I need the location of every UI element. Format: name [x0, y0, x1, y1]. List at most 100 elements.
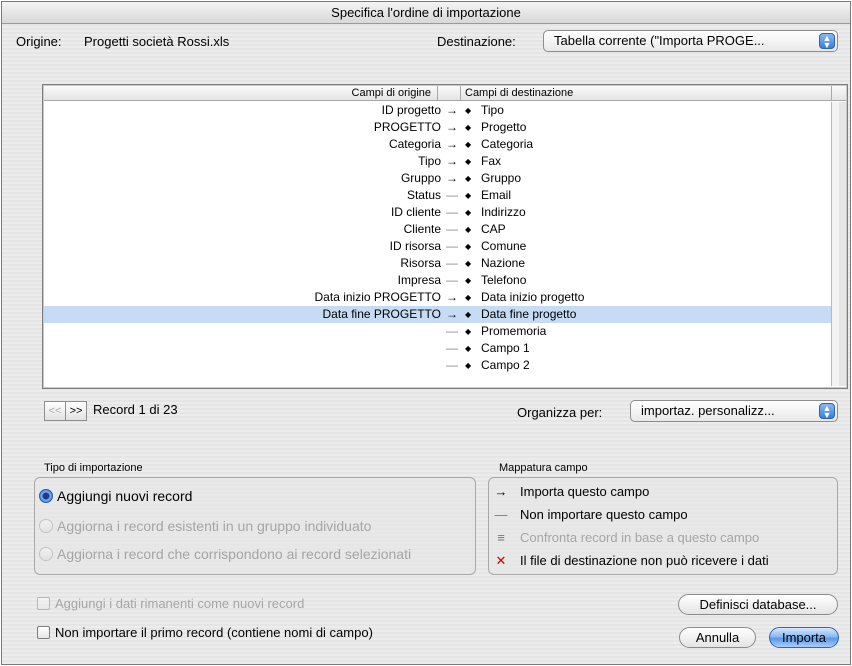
destination-field-name: Categoria: [481, 137, 534, 151]
skip-first-record-checkbox[interactable]: [37, 626, 50, 639]
destination-field-name: CAP: [481, 222, 506, 236]
dash-icon[interactable]: —: [444, 323, 460, 340]
source-field-name: Cliente: [403, 222, 441, 236]
reorder-handle-icon[interactable]: ◆: [465, 306, 475, 323]
field-row[interactable]: ID progetto → ◆ Tipo: [44, 102, 832, 119]
reorder-handle-icon[interactable]: ◆: [465, 119, 475, 136]
next-record-button[interactable]: >>: [65, 401, 87, 421]
radio-label-update-existing: Aggiorna i record esistenti in un gruppo…: [57, 518, 372, 534]
reorder-handle-icon[interactable]: ◆: [465, 289, 475, 306]
source-field-name: Tipo: [418, 154, 441, 168]
define-database-button[interactable]: Definisci database...: [678, 594, 838, 615]
list-scrollbar[interactable]: [831, 102, 846, 386]
source-fields-header[interactable]: Campi di origine: [44, 86, 438, 101]
import-arrow-icon: →: [494, 484, 508, 499]
import-button[interactable]: Importa: [769, 627, 839, 648]
reorder-handle-icon[interactable]: ◆: [465, 153, 475, 170]
radio-label-update-matching: Aggiorna i record che corrispondono ai r…: [57, 546, 412, 562]
cancel-button[interactable]: Annulla: [679, 627, 756, 648]
field-row[interactable]: — ◆ Promemoria: [44, 323, 832, 340]
dash-icon[interactable]: —: [444, 340, 460, 357]
field-row[interactable]: Gruppo → ◆ Gruppo: [44, 170, 832, 187]
field-row[interactable]: Risorsa — ◆ Nazione: [44, 255, 832, 272]
legend-import-field: Importa questo campo: [520, 484, 650, 499]
import-arrow-icon[interactable]: →: [444, 289, 460, 306]
field-mapping-list[interactable]: Campi di origine Campi di destinazione I…: [42, 84, 848, 389]
dash-icon[interactable]: —: [444, 238, 460, 255]
field-row[interactable]: Tipo → ◆ Fax: [44, 153, 832, 170]
sort-popup[interactable]: importaz. personalizz... ▲ ▼: [630, 400, 838, 422]
destination-fields-header[interactable]: Campi di destinazione: [460, 86, 832, 101]
reorder-handle-icon[interactable]: ◆: [465, 340, 475, 357]
reorder-handle-icon[interactable]: ◆: [465, 255, 475, 272]
legend-skip-field: Non importare questo campo: [520, 507, 688, 522]
field-row[interactable]: ID cliente — ◆ Indirizzo: [44, 204, 832, 221]
dash-icon[interactable]: —: [444, 255, 460, 272]
reorder-handle-icon[interactable]: ◆: [465, 204, 475, 221]
import-arrow-icon[interactable]: →: [444, 306, 460, 323]
field-row[interactable]: — ◆ Campo 1: [44, 340, 832, 357]
source-file-name: Progetti società Rossi.xls: [84, 34, 230, 49]
field-row[interactable]: Status — ◆ Email: [44, 187, 832, 204]
field-row[interactable]: Data fine PROGETTO → ◆ Data fine progetto: [44, 306, 832, 323]
reorder-handle-icon[interactable]: ◆: [465, 187, 475, 204]
radio-label-add-new: Aggiungi nuovi record: [57, 488, 193, 504]
destination-field-name: Tipo: [481, 103, 504, 117]
destination-field-name: Fax: [481, 154, 502, 168]
destination-popup[interactable]: Tabella corrente ("Importa PROGE... ▲ ▼: [543, 30, 838, 52]
field-row[interactable]: — ◆ Campo 2: [44, 357, 832, 374]
legend-match-field: Confronta record in base a questo campo: [520, 530, 760, 545]
dash-icon[interactable]: —: [444, 204, 460, 221]
reorder-handle-icon[interactable]: ◆: [465, 272, 475, 289]
dash-icon[interactable]: —: [444, 221, 460, 238]
field-row[interactable]: Data inizio PROGETTO → ◆ Data inizio proget…: [44, 289, 832, 306]
dash-icon[interactable]: —: [444, 272, 460, 289]
previous-record-button[interactable]: <<: [44, 401, 66, 421]
import-type-group: Aggiungi nuovi record Aggiorna i record …: [34, 477, 476, 575]
reorder-handle-icon[interactable]: ◆: [465, 221, 475, 238]
field-row[interactable]: ID risorsa — ◆ Comune: [44, 238, 832, 255]
reorder-handle-icon[interactable]: ◆: [465, 170, 475, 187]
reorder-handle-icon[interactable]: ◆: [465, 357, 475, 374]
import-arrow-icon[interactable]: →: [444, 102, 460, 119]
dash-icon[interactable]: —: [444, 187, 460, 204]
field-row[interactable]: Categoria → ◆ Categoria: [44, 136, 832, 153]
source-field-name: Categoria: [388, 137, 441, 151]
append-remaining-checkbox[interactable]: [37, 597, 50, 610]
source-field-name: Data inizio PROGETTO: [314, 290, 441, 304]
destination-field-name: Promemoria: [481, 324, 547, 338]
source-field-name: ID risorsa: [389, 239, 441, 253]
dash-icon[interactable]: —: [444, 357, 460, 374]
field-row[interactable]: Cliente — ◆ CAP: [44, 221, 832, 238]
sort-label: Organizza per:: [517, 405, 603, 420]
radio-update-matching-records[interactable]: [39, 547, 53, 561]
dash-icon: —: [494, 507, 508, 522]
legend-cannot-receive: Il file di destinazione non può ricevere…: [520, 553, 769, 568]
source-field-name: ID progetto: [381, 103, 441, 117]
popup-arrows-icon: ▲ ▼: [819, 33, 835, 50]
destination-field-name: Progetto: [481, 120, 527, 134]
import-arrow-icon[interactable]: →: [444, 119, 460, 136]
reorder-handle-icon[interactable]: ◆: [465, 102, 475, 119]
source-label: Origine:: [16, 34, 62, 49]
destination-value: Tabella corrente ("Importa PROGE...: [554, 33, 765, 48]
list-header: Campi di origine Campi di destinazione: [44, 86, 846, 101]
field-mapping-legend: → Importa questo campo — Non importare q…: [488, 477, 838, 575]
destination-field-name: Telefono: [481, 273, 527, 287]
field-mapping-title: Mappatura campo: [499, 462, 588, 474]
dialog-title: Specifica l'ordine di importazione: [2, 2, 850, 24]
import-arrow-icon[interactable]: →: [444, 170, 460, 187]
field-row[interactable]: PROGETTO → ◆ Progetto: [44, 119, 832, 136]
reorder-handle-icon[interactable]: ◆: [465, 136, 475, 153]
source-field-name: Impresa: [397, 273, 441, 287]
destination-field-name: Gruppo: [481, 171, 522, 185]
source-field-name: PROGETTO: [373, 120, 441, 134]
import-arrow-icon[interactable]: →: [444, 136, 460, 153]
error-x-icon: ✕: [495, 553, 507, 568]
field-row[interactable]: Impresa — ◆ Telefono: [44, 272, 832, 289]
reorder-handle-icon[interactable]: ◆: [465, 238, 475, 255]
radio-add-new-records[interactable]: [39, 489, 53, 503]
reorder-handle-icon[interactable]: ◆: [465, 323, 475, 340]
radio-update-existing-records[interactable]: [39, 519, 53, 533]
import-arrow-icon[interactable]: →: [444, 153, 460, 170]
